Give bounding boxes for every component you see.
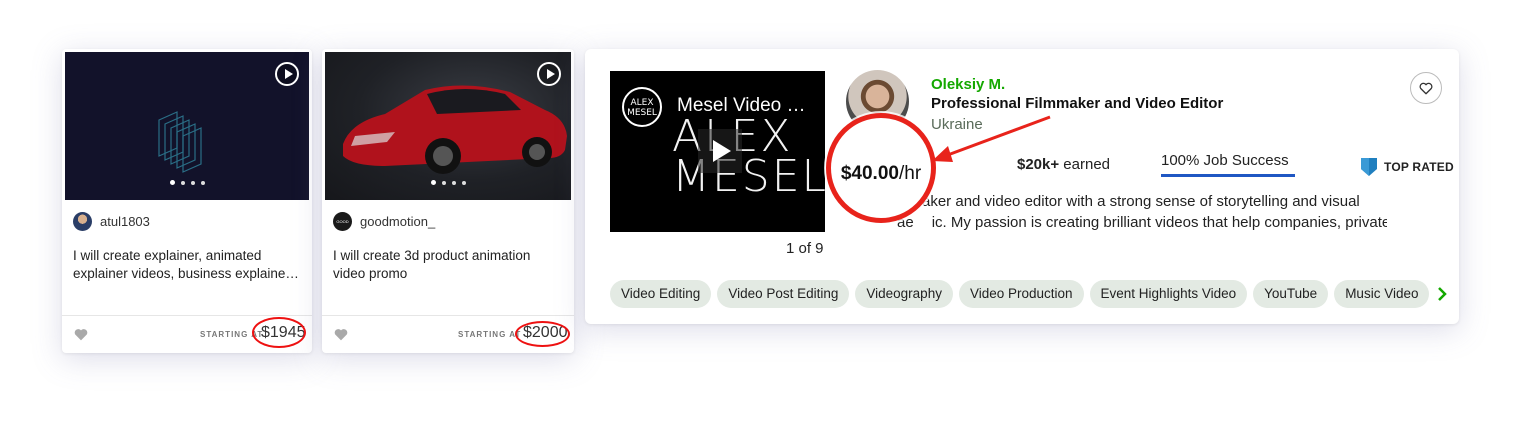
- screenshot-stage: atul1803 I will create explainer, animat…: [0, 0, 1521, 428]
- annotation-arrow-icon: [932, 115, 1051, 162]
